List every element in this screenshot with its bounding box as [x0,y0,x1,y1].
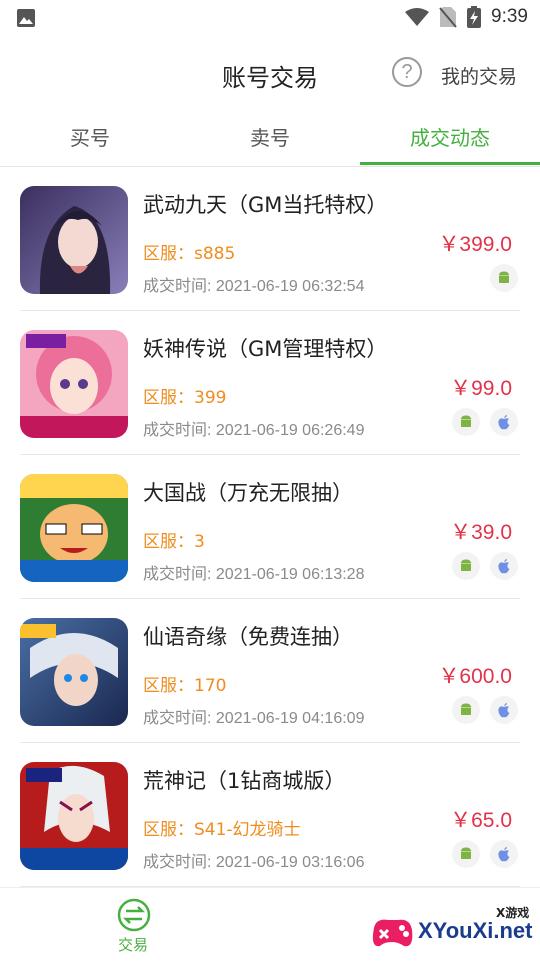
server-label: 区服：S41-幻龙骑士 [143,820,301,840]
price: ￥99.0 [450,377,512,400]
game-name: 妖神传说（GM管理特权） [143,337,388,361]
price: ￥600.0 [438,665,512,688]
help-icon[interactable]: ? [392,57,422,87]
active-tab-indicator [360,162,540,165]
gamepad-logo-icon [372,919,413,947]
deal-time: 成交时间: 2021-06-19 03:16:06 [143,854,365,871]
android-icon [452,552,480,580]
battery-icon [467,6,482,28]
android-icon [452,840,480,868]
apple-icon [490,840,518,868]
game-thumbnail [20,762,128,870]
status-time: 9:39 [491,6,528,27]
tab-buy[interactable]: 买号 [0,112,180,166]
list-item[interactable]: 仙语奇缘（免费连抽） 区服：170 成交时间: 2021-06-19 04:16… [0,599,540,743]
android-icon [452,696,480,724]
game-thumbnail [20,474,128,582]
tab-sell[interactable]: 卖号 [180,112,360,166]
price: ￥65.0 [450,809,512,832]
watermark-text: XYouXi.net [418,918,533,943]
list-item[interactable]: 大国战（万充无限抽） 区服：3 成交时间: 2021-06-19 06:13:2… [0,455,540,599]
trade-nav-icon[interactable] [117,898,151,932]
game-name: 荒神记（1钻商城版） [143,769,346,793]
my-trades-link[interactable]: 我的交易 [441,62,517,89]
server-label: 区服：3 [143,532,205,552]
android-icon [490,264,518,292]
header: 账号交易 ? 我的交易 [0,36,540,112]
price: ￥399.0 [438,233,512,256]
server-label: 区服：399 [143,388,227,408]
list-item[interactable]: 武动九天（GM当托特权） 区服：s885 成交时间: 2021-06-19 06… [0,167,540,311]
game-name: 大国战（万充无限抽） [143,481,353,505]
android-icon [452,408,480,436]
server-label: 区服：s885 [143,244,236,264]
game-thumbnail [20,330,128,438]
server-label: 区服：170 [143,676,227,696]
deal-time: 成交时间: 2021-06-19 06:13:28 [143,566,365,583]
apple-icon [490,696,518,724]
apple-icon [490,408,518,436]
list-item[interactable]: 妖神传说（GM管理特权） 区服：399 成交时间: 2021-06-19 06:… [0,311,540,455]
deal-time: 成交时间: 2021-06-19 06:32:54 [143,278,365,295]
nav-trade-label[interactable]: 交易 [118,934,148,955]
game-name: 武动九天（GM当托特权） [143,193,388,217]
status-bar: 9:39 [0,0,540,36]
game-thumbnail [20,186,128,294]
game-thumbnail [20,618,128,726]
list-item[interactable]: 荒神记（1钻商城版） 区服：S41-幻龙骑士 成交时间: 2021-06-19 … [0,743,540,887]
wifi-icon [405,8,430,26]
watermark: X游戏 XYouXi.net [368,902,533,958]
game-name: 仙语奇缘（免费连抽） [143,625,353,649]
apple-icon [490,552,518,580]
bottom-nav: 交易 X游戏 XYouXi.net [0,887,540,961]
tab-bar: 买号 卖号 成交动态 [0,112,540,167]
no-sim-icon [439,7,457,28]
deal-time: 成交时间: 2021-06-19 06:26:49 [143,422,365,439]
deal-time: 成交时间: 2021-06-19 04:16:09 [143,710,365,727]
tab-deal-feed[interactable]: 成交动态 [360,112,540,166]
image-notification-icon [17,9,35,27]
price: ￥39.0 [450,521,512,544]
